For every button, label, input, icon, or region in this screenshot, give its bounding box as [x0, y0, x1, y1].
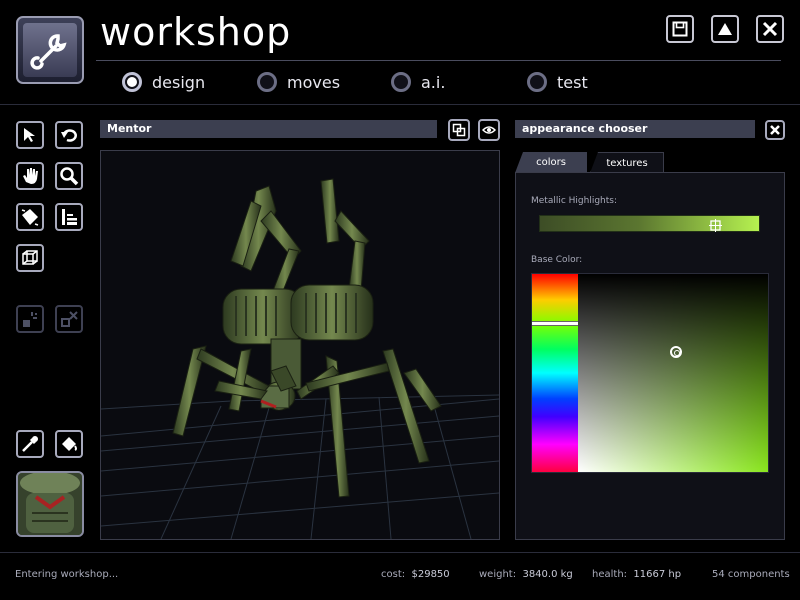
cost-readout: cost: $29850 [381, 569, 450, 580]
weight-value: 3840.0 kg [522, 569, 573, 580]
base-color-label: Base Color: [531, 255, 583, 265]
paint-bucket-button[interactable] [55, 430, 83, 458]
metallic-slider[interactable] [539, 215, 760, 232]
weight-label: weight: [479, 569, 517, 580]
tab-moves[interactable]: moves [257, 70, 340, 94]
radio-ai[interactable] [391, 72, 411, 92]
explode-icon [23, 312, 37, 327]
triangle-up-icon [718, 23, 732, 35]
radio-moves[interactable] [257, 72, 277, 92]
copy-view-button[interactable] [448, 119, 470, 141]
workshop-logo [16, 16, 84, 84]
viewport-title-bar: Mentor [100, 120, 437, 138]
saturation-value-area[interactable] [578, 274, 768, 472]
robot-model-render [101, 178, 499, 539]
copy-icon [452, 123, 466, 137]
close-icon [770, 125, 780, 135]
tab-design[interactable]: design [122, 70, 205, 94]
up-button[interactable] [711, 15, 739, 43]
tab-textures[interactable]: textures [590, 152, 664, 173]
paint-bucket-icon [62, 437, 77, 451]
appearance-title-bar: appearance chooser [515, 120, 755, 138]
tab-colors[interactable]: colors [515, 152, 587, 173]
health-readout: health: 11667 hp [592, 569, 681, 580]
appearance-title: appearance chooser [522, 122, 648, 135]
save-button[interactable] [666, 15, 694, 43]
tab-label: test [557, 72, 588, 92]
appearance-close-button[interactable] [765, 120, 785, 140]
metallic-slider-thumb[interactable] [708, 217, 722, 232]
health-label: health: [592, 569, 628, 580]
select-tool-button[interactable] [16, 121, 44, 149]
pan-tool-button[interactable] [16, 162, 44, 190]
wrench-icon [23, 23, 77, 77]
color-picker-cursor[interactable] [670, 346, 682, 358]
tab-label: a.i. [421, 72, 446, 92]
explode-button[interactable] [16, 305, 44, 333]
tab-colors-label: colors [536, 157, 566, 168]
scale-tool-button[interactable] [55, 203, 83, 231]
magnifier-icon [60, 167, 79, 186]
view-toggle-button[interactable] [478, 119, 500, 141]
arrow-pointer-icon [24, 128, 35, 142]
save-icon [672, 21, 688, 37]
rotate-cube-icon [21, 209, 39, 226]
weight-readout: weight: 3840.0 kg [479, 569, 573, 580]
rotate-tool-button[interactable] [16, 203, 44, 231]
cost-label: cost: [381, 569, 406, 580]
viewport-title: Mentor [107, 122, 152, 135]
radio-test[interactable] [527, 72, 547, 92]
health-value: 11667 hp [633, 569, 682, 580]
close-icon [762, 21, 778, 37]
hue-slider[interactable] [532, 274, 578, 472]
delete-part-button[interactable] [55, 305, 83, 333]
bounds-tool-button[interactable] [16, 244, 44, 272]
status-message: Entering workshop... [15, 569, 119, 580]
undo-rotate-icon [61, 129, 77, 142]
color-picker [531, 273, 769, 473]
hue-marker[interactable] [532, 320, 578, 326]
app-title: workshop [100, 10, 292, 54]
zoom-tool-button[interactable] [55, 162, 83, 190]
part-thumbnail[interactable] [16, 471, 84, 537]
tab-test[interactable]: test [527, 70, 588, 94]
undo-button[interactable] [55, 121, 83, 149]
close-button[interactable] [756, 15, 784, 43]
component-count: 54 components [712, 569, 790, 580]
eyedropper-icon [22, 436, 38, 452]
header-divider [96, 60, 781, 61]
metallic-label: Metallic Highlights: [531, 196, 618, 206]
status-divider [0, 552, 800, 553]
hand-icon [23, 168, 38, 184]
eyedropper-tool-button[interactable] [16, 430, 44, 458]
header-bottom-divider [0, 104, 800, 105]
cube-frame-icon [22, 250, 38, 265]
cost-value: $29850 [411, 569, 450, 580]
radio-design[interactable] [122, 72, 142, 92]
3d-viewport[interactable] [100, 150, 500, 540]
eye-icon [482, 126, 496, 134]
tab-textures-label: textures [606, 157, 648, 169]
tab-label: moves [287, 72, 341, 92]
scale-icon [62, 209, 77, 225]
tab-ai[interactable]: a.i. [391, 70, 445, 94]
tab-label: design [152, 72, 206, 92]
delete-part-icon [61, 311, 78, 327]
